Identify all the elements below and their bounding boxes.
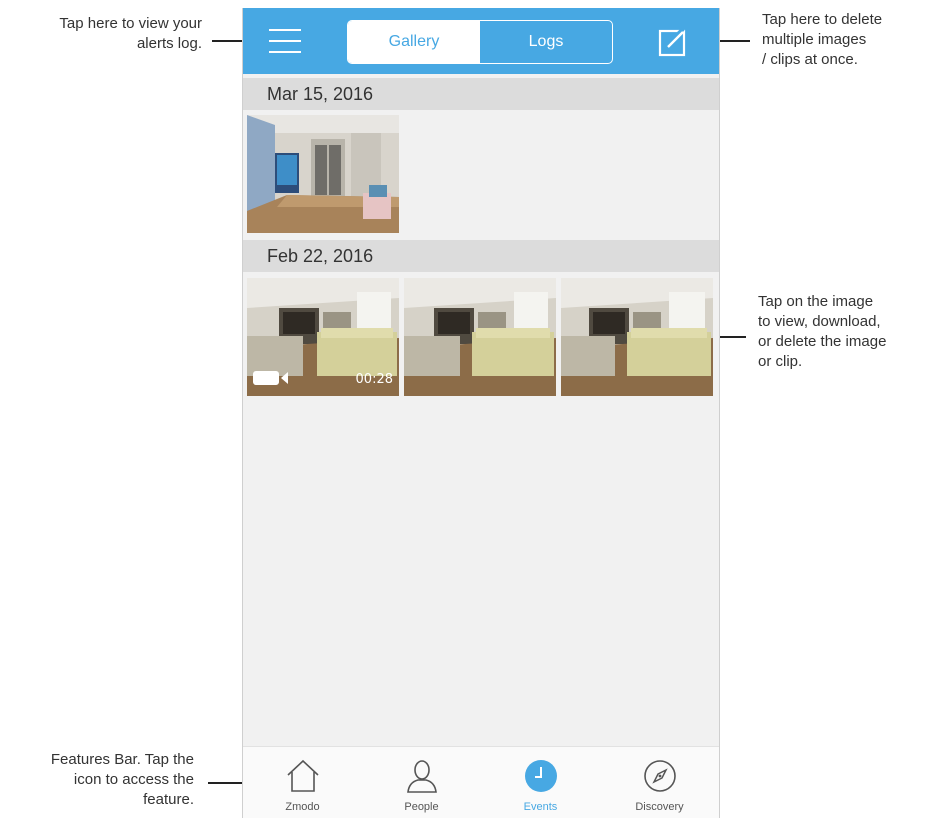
edit-button[interactable]: [657, 26, 689, 58]
thumbnail-video[interactable]: 00:28: [247, 278, 399, 396]
menu-icon-bar-3: [269, 51, 301, 53]
annotation-features: Features Bar. Tap the icon to access the…: [4, 750, 194, 810]
annotation-features-line-3: feature.: [143, 791, 194, 808]
thumbnail-image[interactable]: [247, 115, 399, 233]
annotation-image-line-4: or clip.: [758, 353, 803, 370]
nav-label-people: People: [404, 801, 439, 813]
home-icon: [286, 759, 319, 792]
features-bar: Zmodo People Events Discovery: [243, 746, 719, 818]
video-duration: 00:28: [355, 372, 393, 387]
date-header: Mar 15, 2016: [243, 78, 719, 110]
annotation-features-line-1: Features Bar. Tap the: [50, 751, 194, 768]
annotation-features-line-2: icon to access the: [73, 771, 194, 788]
living-room-photo: [404, 278, 556, 396]
view-toggle: Gallery Logs: [347, 20, 613, 64]
annotation-logs-line-2: alerts log.: [136, 35, 202, 52]
annotation-delete: Tap here to delete multiple images / cli…: [762, 10, 922, 70]
room-photo: [247, 115, 399, 233]
menu-icon: [269, 29, 301, 31]
annotation-logs-line-1: Tap here to view your: [59, 15, 202, 32]
annotation-image-line-2: to view, download,: [758, 313, 881, 330]
menu-button[interactable]: [269, 26, 301, 56]
video-camera-icon: [253, 371, 288, 385]
top-bar: Gallery Logs: [243, 8, 719, 74]
annotation-image-line-3: or delete the image: [758, 333, 887, 350]
annotation-image-line-1: Tap on the image: [758, 293, 874, 310]
nav-label-zmodo: Zmodo: [285, 801, 320, 813]
annotation-image: Tap on the image to view, download, or d…: [758, 292, 924, 372]
tab-logs[interactable]: Logs: [480, 21, 612, 63]
annotation-delete-line-2: multiple images: [762, 31, 867, 48]
nav-item-discovery[interactable]: Discovery: [600, 747, 719, 818]
person-icon: [406, 760, 437, 793]
nav-item-events[interactable]: Events: [481, 747, 600, 818]
phone-screen: Gallery Logs Mar 15, 2016 Feb 22, 2016 0…: [242, 8, 720, 818]
nav-item-zmodo[interactable]: Zmodo: [243, 747, 362, 818]
clock-icon: [524, 760, 557, 792]
tab-gallery[interactable]: Gallery: [348, 21, 480, 63]
nav-label-discovery: Discovery: [635, 801, 684, 813]
annotation-delete-line-1: Tap here to delete: [762, 11, 883, 28]
thumbnail-image[interactable]: [404, 278, 556, 396]
date-header: Feb 22, 2016: [243, 240, 719, 272]
living-room-photo: [561, 278, 713, 396]
nav-label-events: Events: [523, 801, 558, 813]
annotation-logs: Tap here to view your alerts log.: [12, 14, 202, 54]
thumbnail-image[interactable]: [561, 278, 713, 396]
compass-icon: [643, 760, 676, 792]
edit-icon: [658, 27, 686, 57]
nav-item-people[interactable]: People: [362, 747, 481, 818]
annotation-delete-line-3: / clips at once.: [762, 51, 858, 68]
menu-icon-bar-2: [269, 40, 301, 42]
